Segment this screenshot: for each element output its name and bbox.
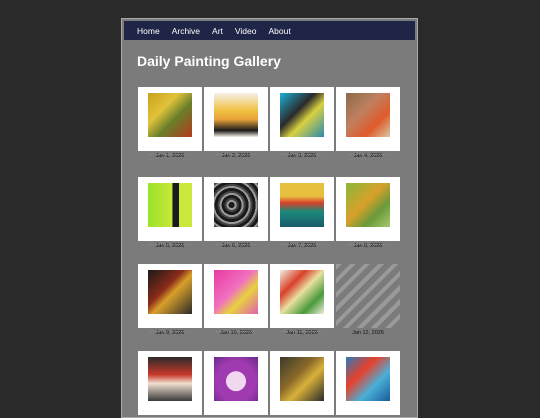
- painting-thumbnail[interactable]: [204, 87, 268, 155]
- gallery-item[interactable]: [204, 351, 268, 415]
- gallery-item[interactable]: Jan 2, 2026: [204, 87, 268, 159]
- gallery-item[interactable]: Jan 4, 2026: [336, 87, 400, 159]
- gallery-page: Home Archive Art Video About Daily Paint…: [121, 18, 418, 418]
- painting-date: Jan 12, 2026: [352, 330, 384, 336]
- gallery-item[interactable]: Jan 10, 2026: [204, 264, 268, 336]
- painting-thumbnail[interactable]: [138, 264, 202, 332]
- painting-thumbnail[interactable]: [138, 177, 202, 245]
- gallery-item[interactable]: [336, 351, 400, 415]
- painting-thumbnail[interactable]: [270, 87, 334, 155]
- painting-thumbnail[interactable]: [270, 177, 334, 245]
- painting-thumbnail[interactable]: [204, 177, 268, 245]
- gallery-item[interactable]: [270, 351, 334, 415]
- painting-thumbnail[interactable]: [138, 351, 202, 415]
- painting-thumbnail[interactable]: [204, 351, 268, 415]
- top-nav: Home Archive Art Video About: [124, 21, 415, 40]
- gallery-item[interactable]: Jan 6, 2026: [204, 177, 268, 249]
- nav-home[interactable]: Home: [137, 26, 160, 36]
- painting-thumbnail[interactable]: [270, 264, 334, 332]
- page-title: Daily Painting Gallery: [137, 53, 281, 69]
- painting-thumbnail[interactable]: [270, 351, 334, 415]
- gallery-item[interactable]: Jan 8, 2026: [336, 177, 400, 249]
- nav-art[interactable]: Art: [212, 26, 223, 36]
- painting-thumbnail[interactable]: [138, 87, 202, 155]
- painting-thumbnail[interactable]: [204, 264, 268, 332]
- nav-video[interactable]: Video: [235, 26, 257, 36]
- painting-thumbnail[interactable]: [336, 351, 400, 415]
- nav-about[interactable]: About: [269, 26, 291, 36]
- gallery-item[interactable]: Jan 9, 2026: [138, 264, 202, 336]
- gallery-item[interactable]: [138, 351, 202, 415]
- gallery-item[interactable]: Jan 11, 2026: [270, 264, 334, 336]
- gallery-item[interactable]: Jan 5, 2026: [138, 177, 202, 249]
- gallery-item[interactable]: Jan 1, 2026: [138, 87, 202, 159]
- gallery-item[interactable]: Jan 12, 2026: [336, 264, 400, 336]
- painting-thumbnail[interactable]: [336, 177, 400, 245]
- painting-placeholder: [336, 264, 400, 328]
- painting-thumbnail[interactable]: [336, 87, 400, 155]
- nav-archive[interactable]: Archive: [172, 26, 200, 36]
- gallery-item[interactable]: Jan 7, 2026: [270, 177, 334, 249]
- gallery-item[interactable]: Jan 3, 2026: [270, 87, 334, 159]
